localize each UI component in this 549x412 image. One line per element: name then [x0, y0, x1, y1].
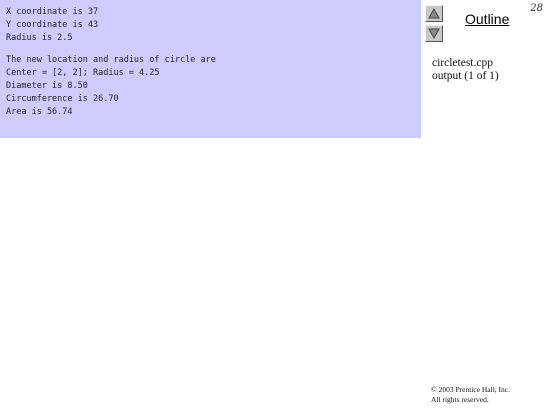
file-name-label: circletest.cpp: [432, 57, 493, 69]
output-line: X coordinate is 37: [6, 7, 99, 17]
output-line: Center = [2, 2]; Radius = 4.25: [6, 68, 160, 78]
copyright-line: © 2003 Prentice Hall, Inc.: [431, 385, 511, 394]
output-line: Radius is 2.5: [6, 33, 73, 43]
output-line: Diameter is 8.50: [6, 81, 88, 91]
program-output-panel: X coordinate is 37 Y coordinate is 43 Ra…: [0, 0, 421, 138]
next-slide-button[interactable]: [425, 25, 443, 42]
previous-slide-button[interactable]: [425, 5, 443, 22]
rights-line: All rights reserved.: [431, 395, 489, 404]
triangle-up-icon: [428, 8, 440, 19]
file-caption: circletest.cpp output (1 of 1): [432, 57, 499, 83]
triangle-down-icon: [428, 28, 440, 39]
output-line: Circumference is 26.70: [6, 94, 119, 104]
output-blank-line: [6, 45, 421, 54]
slide-page-number: 28: [530, 3, 543, 14]
output-line: The new location and radius of circle ar…: [6, 55, 216, 65]
outline-link[interactable]: Outline: [465, 11, 509, 27]
output-line: Y coordinate is 43: [6, 20, 99, 30]
copyright-notice: © 2003 Prentice Hall, Inc. All rights re…: [431, 385, 510, 405]
output-page-label: output (1 of 1): [432, 70, 499, 82]
output-line: Area is 56.74: [6, 107, 73, 117]
